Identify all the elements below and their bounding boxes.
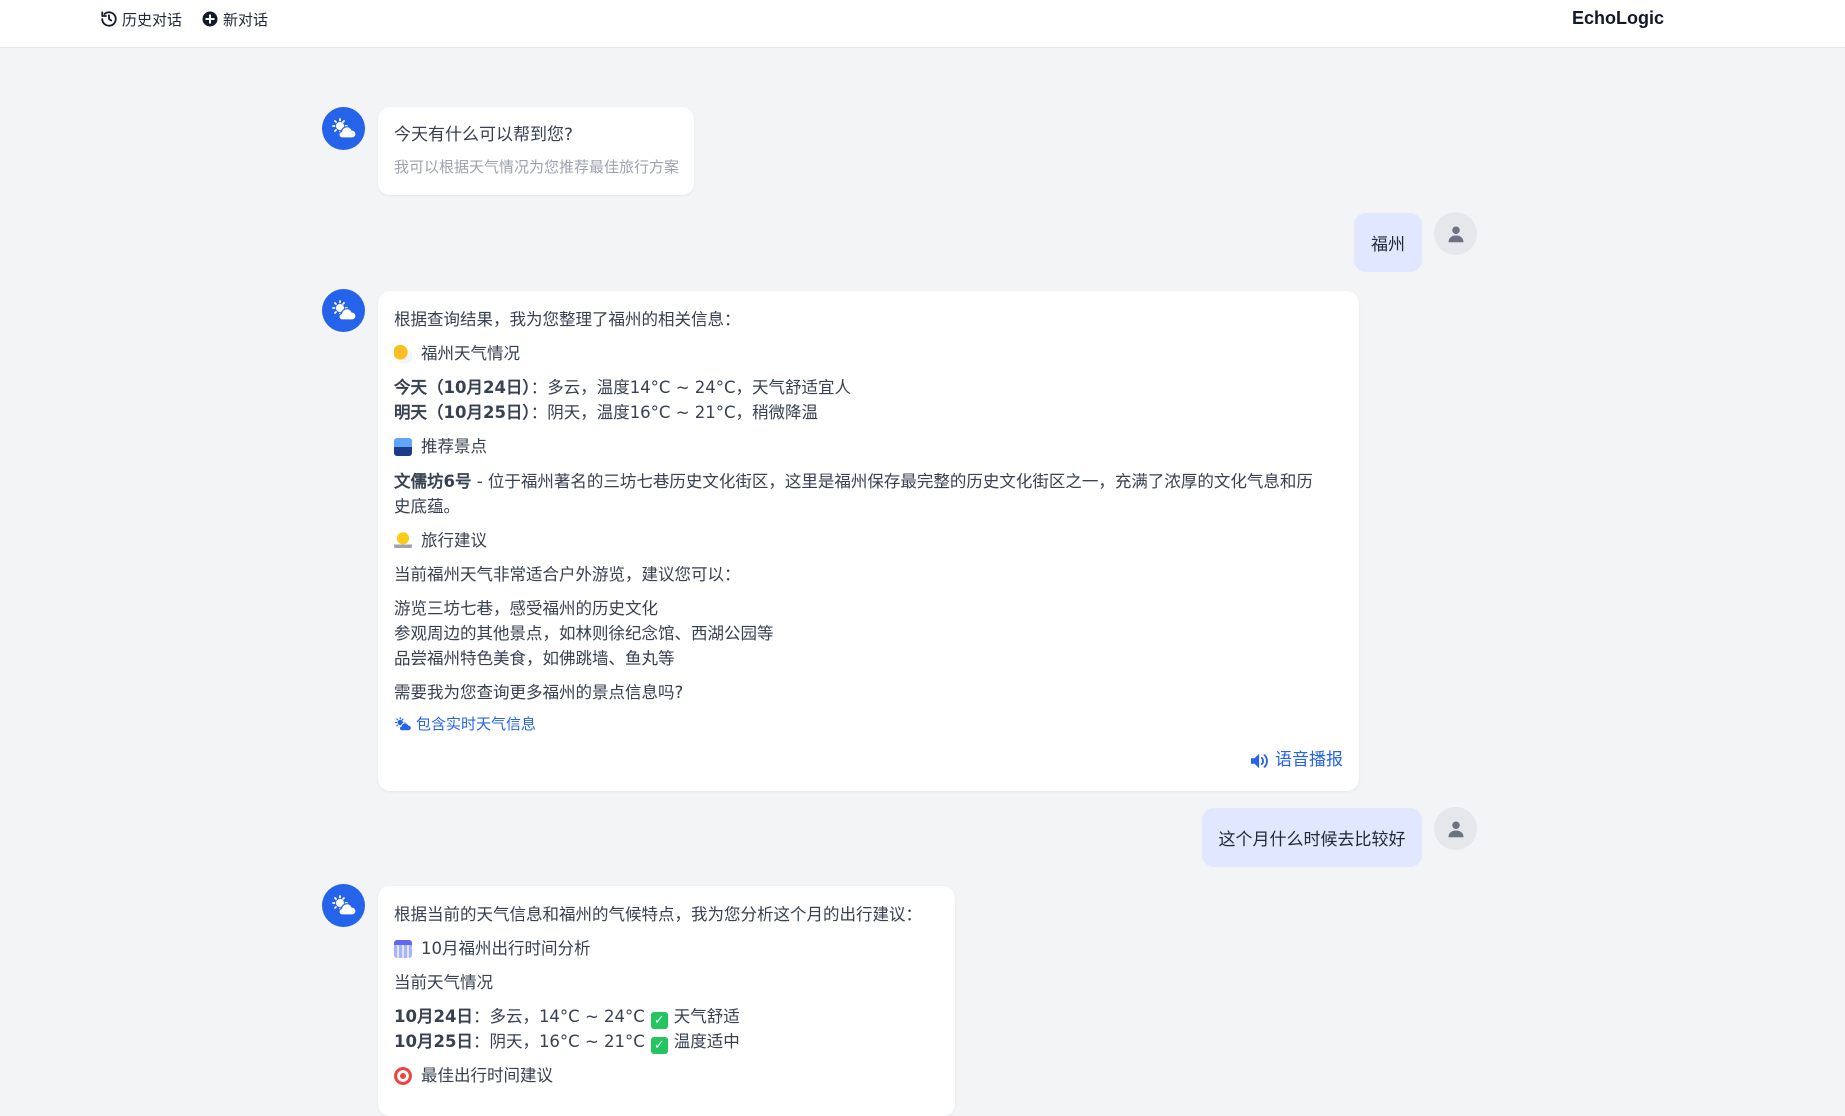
tips-intro: 当前福州天气非常适合户外游览，建议您可以： [394,565,741,584]
bot-intro: 根据查询结果，我为您整理了福州的相关信息： [394,310,741,329]
history-button[interactable]: 历史对话 [100,8,182,30]
day-2-text: ：阴天，16°C ~ 21°C [472,1032,645,1051]
bot-message: 根据当前的天气信息和福州的气候特点，我为您分析这个月的出行建议： 10月福州出行… [378,886,955,1116]
bot-avatar [322,107,365,150]
user-message: 福州 [1354,213,1422,272]
day-2-label: 10月25日 [394,1032,473,1051]
calendar-icon [394,939,412,958]
tomorrow-label: 明天（10月25日） [394,403,531,422]
tomorrow-text: ：阴天，温度16°C ~ 21°C，稍微降温 [530,403,819,422]
top-bar: 历史对话 新对话 EchoLogic [0,0,1845,48]
tip-item: 游览三坊七巷，感受福州的历史文化 [394,599,658,618]
bot-avatar [322,289,365,332]
sun-cloud-icon [394,344,412,363]
spot-description-line-2: 史底蕴。 [394,497,460,516]
new-chat-button[interactable]: 新对话 [201,8,268,30]
history-icon [101,11,117,27]
weather-today: 今天（10月24日）：多云，温度14°C ~ 24°C，天气舒适宜人 [394,375,851,400]
check-icon: ✓ [650,1037,668,1054]
user-avatar [1434,807,1477,850]
analysis-section-heading: 10月福州出行时间分析 [394,936,591,961]
bot-intro: 根据当前的天气信息和福州的气候特点，我为您分析这个月的出行建议： [394,905,922,924]
history-label: 历史对话 [122,10,183,29]
user-avatar [1434,212,1477,255]
bot-avatar [322,884,365,927]
spots-section-heading: 推荐景点 [394,434,487,459]
greeting-message: 今天有什么可以帮到您? 我可以根据天气情况为您推荐最佳旅行方案 [378,107,694,195]
greeting-title: 今天有什么可以帮到您? [394,125,574,145]
greeting-subtitle: 我可以根据天气情况为您推荐最佳旅行方案 [394,158,680,176]
best-time-section-heading: 最佳出行时间建议 [394,1063,553,1088]
current-weather-heading: 当前天气情况 [394,973,493,992]
user-message-text: 这个月什么时候去比较好 [1218,830,1406,850]
tips-heading-text: 旅行建议 [421,531,487,550]
user-message-text: 福州 [1371,235,1405,255]
best-time-heading-text: 最佳出行时间建议 [421,1066,553,1085]
day-1-label: 10月24日 [394,1007,473,1026]
day-1-tag: 天气舒适 [673,1007,740,1026]
spots-heading-text: 推荐景点 [421,437,487,456]
new-chat-label: 新对话 [223,10,269,29]
lightbulb-icon [394,531,412,550]
target-icon [394,1066,412,1085]
day-1-text: ：多云，14°C ~ 24°C [472,1007,645,1026]
spot-description-line-1: 文儒坊6号 - 位于福州著名的三坊七巷历史文化街区，这里是福州保存最完整的历史文… [394,469,1313,494]
plus-circle-icon [202,11,218,27]
weather-cloud-sun-icon [331,894,357,916]
bot-closing-question: 需要我为您查询更多福州的景点信息吗? [394,683,684,702]
brand-logo-text: EchoLogic [1571,8,1664,28]
landscape-icon [394,437,412,456]
weather-tag-text: 包含实时天气信息 [416,715,537,733]
today-label: 今天（10月24日） [394,378,531,397]
weather-tomorrow: 明天（10月25日）：阴天，温度16°C ~ 21°C，稍微降温 [394,400,818,425]
tip-item: 品尝福州特色美食，如佛跳墙、鱼丸等 [394,649,675,668]
tips-section-heading: 旅行建议 [394,528,487,553]
voice-broadcast-label: 语音播报 [1275,750,1343,770]
spot-desc-1: - 位于福州著名的三坊七巷历史文化街区，这里是福州保存最完整的历史文化街区之一，… [471,472,1313,491]
weather-day-2: 10月25日：阴天，16°C ~ 21°C ✓ 温度适中 [394,1029,740,1054]
weather-info-tag[interactable]: 包含实时天气信息 [394,712,536,737]
check-icon: ✓ [650,1012,668,1029]
user-icon [1448,226,1463,242]
day-2-tag: 温度适中 [673,1032,740,1051]
tip-item: 参观周边的其他景点，如林则徐纪念馆、西湖公园等 [394,624,774,643]
today-text: ：多云，温度14°C ~ 24°C，天气舒适宜人 [530,378,852,397]
spot-name: 文儒坊6号 [394,472,472,491]
weather-day-1: 10月24日：多云，14°C ~ 24°C ✓ 天气舒适 [394,1004,740,1029]
weather-heading-text: 福州天气情况 [421,344,520,363]
weather-cloud-sun-icon [331,117,357,139]
weather-section-heading: 福州天气情况 [394,341,520,366]
speaker-icon [1251,753,1268,768]
user-message: 这个月什么时候去比较好 [1202,808,1422,867]
user-icon [1448,821,1463,837]
bot-message: 根据查询结果，我为您整理了福州的相关信息： 福州天气情况 今天（10月24日）：… [378,291,1359,791]
weather-cloud-sun-icon [394,717,412,732]
analysis-heading-text: 10月福州出行时间分析 [421,939,591,958]
weather-cloud-sun-icon [331,299,357,321]
voice-broadcast-button[interactable]: 语音播报 [1249,748,1343,773]
